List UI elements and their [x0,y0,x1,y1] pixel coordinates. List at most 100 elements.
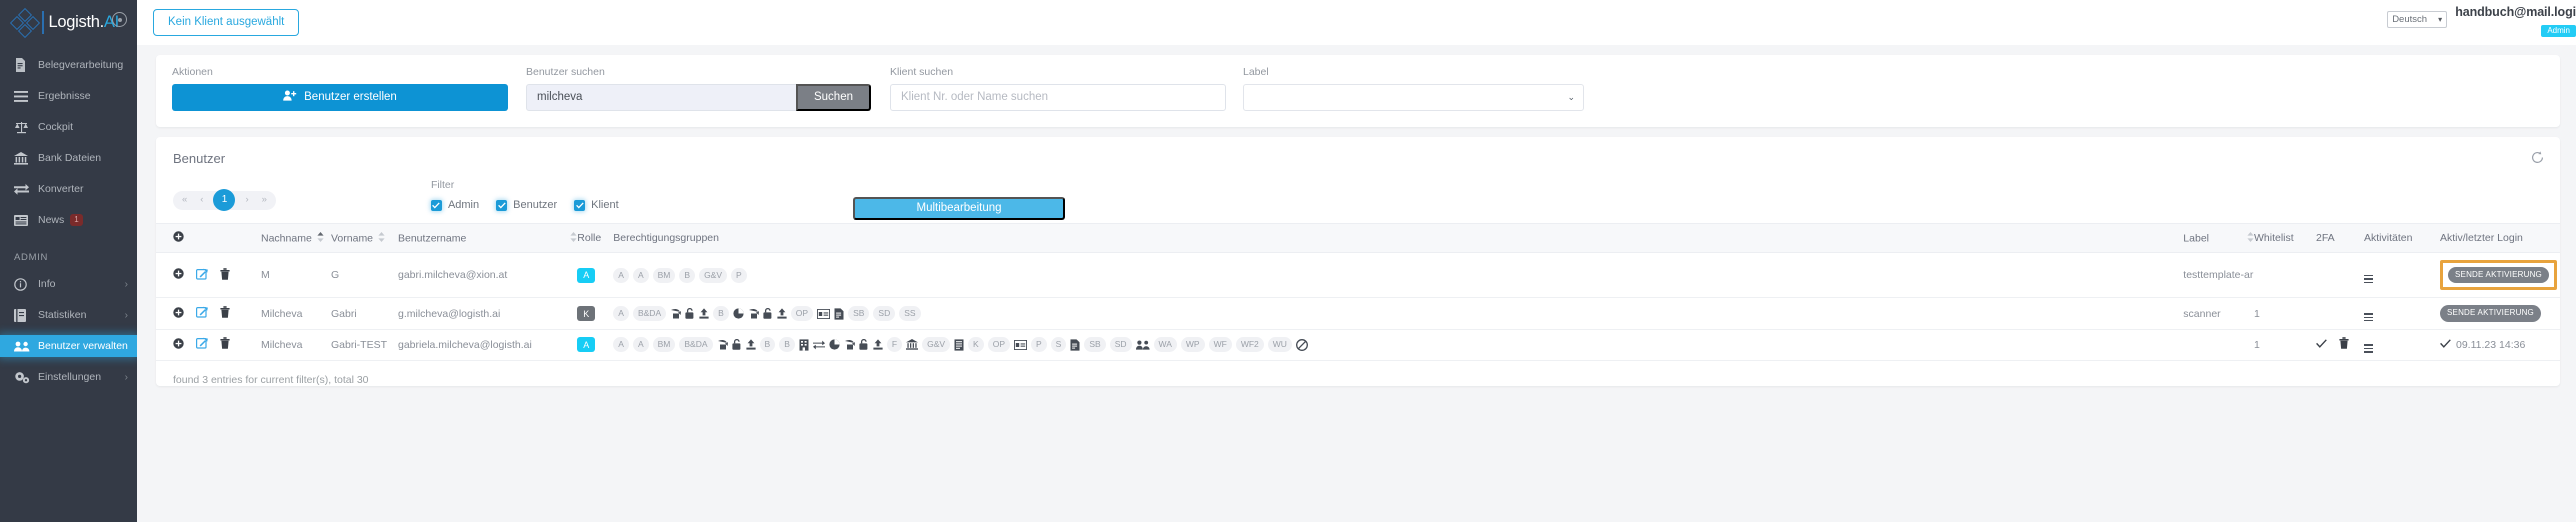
role-badge: A [577,337,596,353]
brand-name-main: Logisth. [48,13,105,31]
multi-edit-button[interactable]: Multibearbeitung [853,196,1065,220]
cell-whitelist: 1 [2254,329,2316,361]
expand-row-icon[interactable] [173,268,184,282]
cell-2fa [2316,297,2364,330]
sidebar-item-benutzer-verwalten[interactable]: Benutzer verwalten [0,335,137,357]
menu-icon[interactable] [2364,274,2373,284]
row-actions [156,297,261,330]
send-activation-button[interactable]: SENDE AKTIVIERUNG [2448,267,2549,284]
client-search-group: Klient suchen Klient Nr. oder Name suche… [890,67,1226,111]
cell-rolle: A [577,252,614,299]
menu-icon[interactable] [2364,344,2373,353]
send-activation-button[interactable]: SENDE AKTIVIERUNG [2440,305,2541,322]
pagination-next[interactable]: › [245,195,248,205]
chevron-right-icon: › [124,278,128,290]
label-select[interactable]: ⌄ [1243,83,1584,111]
chip: WF [1208,337,1232,352]
cell-nachname: Milcheva [261,329,331,361]
checkbox-admin[interactable]: Admin [430,199,479,211]
edit-icon[interactable] [196,337,208,352]
chip: B&DA [679,337,713,352]
unlock-icon [731,339,742,350]
checkbox-label: Klient [591,199,619,211]
pagination-prev[interactable]: ‹ [200,195,203,205]
sidebar-item-belegverarbeitung[interactable]: Belegverarbeitung [0,54,137,76]
chip: G&V [922,337,951,352]
collapse-icon[interactable] [112,12,127,27]
row-actions [156,252,261,299]
pagination-last[interactable]: » [262,195,267,205]
cell-nachname: Milcheva [261,297,331,330]
table-row[interactable]: M G gabri.milcheva@xion.at A A A BM B G&V P t… [156,252,2560,299]
client-search-input[interactable]: Klient Nr. oder Name suchen [890,83,1226,111]
cell-benutzername: gabriela.milcheva@logisth.ai [398,329,578,361]
chip: B&DA [632,306,667,321]
chip: K [968,337,984,352]
cell-rolle: A [577,329,614,361]
chip: P [731,267,747,283]
twofa-icons [2316,337,2364,352]
cell-nachname: M [261,252,331,299]
sort-icon [378,231,385,245]
table-toolbar: « ‹ 1 › » Filter Admin Benutzer Klient M… [156,166,2560,224]
chip: OP [987,337,1010,352]
pagination-current-page[interactable]: 1 [213,189,236,211]
book-icon [14,308,30,322]
delete-icon[interactable] [220,337,230,352]
check-icon [2316,338,2327,351]
last-login: 09.11.23 14:36 [2440,339,2560,351]
sidebar-item-bank-dateien[interactable]: Bank Dateien [0,147,137,169]
cell-berechtigungsgruppen: A A BM B G&V P [613,252,2184,299]
cell-vorname: Gabri-TEST [331,329,398,361]
pagination-first[interactable]: « [182,195,187,205]
label-filter-label: Label [1243,66,1269,78]
chip: A [613,267,629,283]
chip: A [613,337,629,352]
upload-icon [699,308,709,319]
search-button[interactable]: Suchen [795,83,871,111]
delete-icon[interactable] [220,306,230,321]
create-user-button[interactable]: Benutzer erstellen [172,83,508,111]
sidebar-item-news[interactable]: News 1 [0,209,137,231]
col-nachname[interactable]: Nachname [261,223,331,253]
cell-aktivitaeten [2364,297,2440,330]
language-select[interactable]: Deutsch ▾ [2387,11,2448,28]
sidebar-item-konverter[interactable]: Konverter [0,178,137,200]
permission-chips: A A BM B&DA B B F G&V K OP P S SB SD WA … [613,337,2183,352]
sidebar-item-einstellungen[interactable]: Einstellungen › [0,366,137,388]
checkbox-benutzer[interactable]: Benutzer [496,199,557,211]
sidebar-item-ergebnisse[interactable]: Ergebnisse [0,85,137,107]
sidebar-item-info[interactable]: Info › [0,273,137,295]
col-vorname[interactable]: Vorname [331,223,398,253]
col-label[interactable]: Label [2183,223,2254,253]
menu-icon[interactable] [2364,313,2373,322]
edit-icon[interactable] [196,268,208,283]
check-icon [496,199,508,211]
last-login-timestamp: 09.11.23 14:36 [2456,338,2526,351]
delete-icon[interactable] [2339,337,2349,352]
sidebar-item-cockpit[interactable]: Cockpit [0,116,137,138]
table-footer-text: found 3 entries for current filter(s), t… [173,373,369,386]
search-input[interactable]: milcheva [526,83,797,111]
table-row[interactable]: Milcheva Gabri g.milcheva@logisth.ai K A… [156,297,2560,330]
import-icon [717,339,728,350]
delete-icon[interactable] [220,267,230,283]
chip: WA [1153,337,1177,352]
exchange-icon [14,183,30,195]
chip: A [632,267,649,283]
col-benutzername[interactable]: Benutzername [398,223,578,253]
cell-status: SENDE AKTIVIERUNG [2440,297,2560,330]
sidebar-item-statistiken[interactable]: Statistiken › [0,304,137,326]
actions-group: Aktionen Benutzer erstellen [172,67,508,111]
news-badge: 1 [70,214,83,226]
expand-row-icon[interactable] [173,306,184,321]
brand-name: Logisth.AI [48,13,120,32]
role-badge: K [577,306,596,322]
logo[interactable]: Logisth.AI [9,7,120,38]
expand-row-icon[interactable] [173,337,184,352]
table-row[interactable]: Milcheva Gabri-TEST gabriela.milcheva@lo… [156,329,2560,361]
checkbox-klient[interactable]: Klient [574,199,619,211]
client-selector-button[interactable]: Kein Klient ausgewählt [153,8,300,37]
add-row-icon[interactable] [173,231,184,245]
edit-icon[interactable] [196,306,208,321]
